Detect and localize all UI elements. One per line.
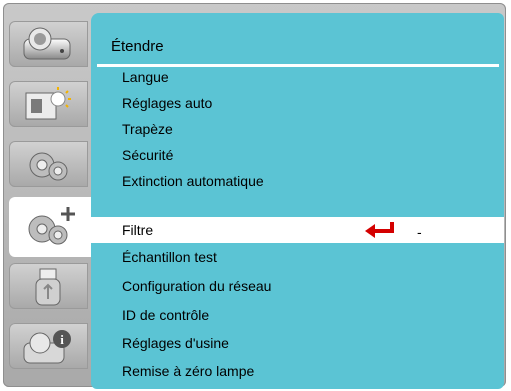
menu-item-label: ID de contrôle <box>122 307 210 323</box>
menu-item-reglages-usine[interactable]: Réglages d'usine <box>91 330 504 356</box>
menu-item-label: Configuration du réseau <box>122 278 272 294</box>
tab-usb[interactable] <box>9 263 88 309</box>
menu-item-filtre[interactable]: Filtre - <box>88 217 504 243</box>
info-icon: i <box>23 330 71 364</box>
tab-picture[interactable] <box>9 81 88 127</box>
menu-item-label: Échantillon test <box>122 249 217 265</box>
menu-item-label: Sécurité <box>122 147 174 163</box>
menu-item-extinction-automatique[interactable]: Extinction automatique <box>91 168 504 194</box>
enter-arrow-icon <box>365 222 394 238</box>
menu-title: Étendre <box>111 38 164 55</box>
menu-panel: Étendre Langue Réglages auto Trapèze Séc… <box>88 13 504 389</box>
menu-item-remise-zero-lampe[interactable]: Remise à zéro lampe <box>91 358 504 384</box>
menu-item-label: Réglages auto <box>122 95 213 111</box>
menu-item-label: Trapèze <box>122 121 173 137</box>
menu-item-id-controle[interactable]: ID de contrôle <box>91 302 504 328</box>
menu-item-reglages-auto[interactable]: Réglages auto <box>91 90 504 116</box>
svg-text:i: i <box>60 332 64 347</box>
usb-icon <box>35 268 61 306</box>
tab-extended[interactable] <box>9 197 94 257</box>
projector-icon <box>23 27 71 60</box>
picture-adjust-icon <box>25 87 71 120</box>
menu-item-configuration-reseau[interactable]: Configuration du réseau <box>91 273 504 299</box>
menu-item-label: Réglages d'usine <box>122 335 229 351</box>
extended-settings-icon <box>28 207 75 245</box>
filtre-value: - <box>417 224 422 240</box>
menu-item-trapeze[interactable]: Trapèze <box>91 116 504 142</box>
menu-item-label: Langue <box>122 69 169 85</box>
tab-setup[interactable] <box>9 141 88 187</box>
menu-item-label: Extinction automatique <box>122 173 264 189</box>
projector-osd-menu: i Étendre Langue Réglages auto Trapèze S… <box>3 3 506 389</box>
menu-item-securite[interactable]: Sécurité <box>91 142 504 168</box>
settings-gear-icon <box>29 152 68 181</box>
menu-item-label: Filtre <box>122 222 154 238</box>
menu-item-langue[interactable]: Langue <box>91 64 504 90</box>
tab-image[interactable] <box>9 21 88 67</box>
menu-item-label: Remise à zéro lampe <box>122 363 255 379</box>
menu-item-echantillon-test[interactable]: Échantillon test <box>91 244 504 270</box>
tab-info[interactable]: i <box>9 323 88 369</box>
